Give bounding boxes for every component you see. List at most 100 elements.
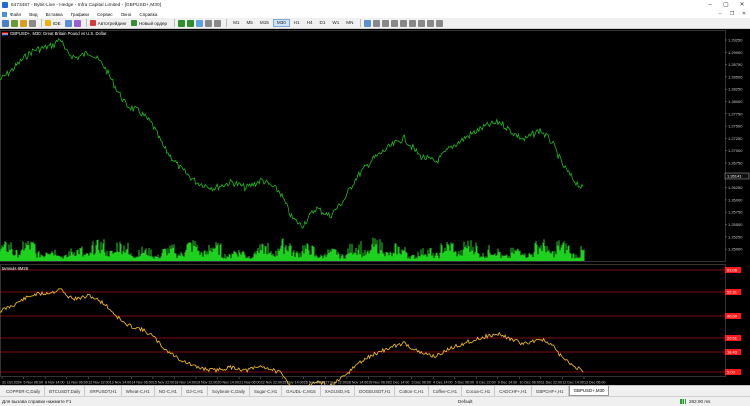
menu-charts[interactable]: Графики — [71, 12, 89, 17]
time-axis-label: 11 Dec 22:00 — [541, 381, 562, 385]
shapes-icon[interactable] — [427, 19, 435, 27]
chart-tab[interactable]: NG-C,H1 — [155, 386, 182, 396]
toolbar-separator — [174, 19, 176, 27]
chart-tab[interactable]: OJ-C,H1 — [182, 386, 209, 396]
chart-tab[interactable]: BTCUSDT,Daily — [45, 386, 86, 396]
market-icon[interactable] — [73, 19, 81, 27]
new-chart-icon[interactable] — [2, 19, 9, 27]
timeframe-mn[interactable]: MN — [343, 19, 356, 27]
app-logo-icon — [2, 2, 8, 8]
time-axis-label: 13 Dec 06:00 — [584, 381, 605, 385]
chart-tab[interactable]: Wheat-C,H1 — [122, 386, 155, 396]
time-axis-label: 28 Nov 14:00 — [347, 381, 368, 385]
channel-icon[interactable] — [400, 19, 408, 27]
status-ping: 282.90 ms — [689, 399, 711, 404]
menu-file[interactable]: Файл — [10, 12, 21, 17]
time-axis-label: 26 Nov 06:00 — [304, 381, 325, 385]
vertical-line-icon[interactable] — [373, 19, 381, 27]
volume-histogram — [0, 237, 585, 261]
ide-button[interactable]: IDE — [45, 20, 61, 26]
time-axis-label: 25 Nov 14:00 — [282, 381, 303, 385]
window-title: 6473487 - Bybit-Live - Hedge - Infra Cap… — [11, 2, 161, 8]
chart-tab[interactable]: DOGEUSDT,H1 — [355, 386, 396, 396]
trendline-icon[interactable] — [391, 19, 399, 27]
menu-insert[interactable]: Вставка — [46, 12, 63, 17]
strategy-tester-icon[interactable] — [64, 19, 72, 27]
chart-tab[interactable]: COPPER-C,Daily — [2, 386, 46, 396]
chart-tab[interactable]: Cotton-C,H1 — [395, 386, 429, 396]
fibonacci-icon[interactable] — [409, 19, 417, 27]
arrows-icon[interactable] — [436, 19, 444, 27]
chart-tab[interactable]: XRPUSDT,H1 — [85, 386, 122, 396]
timeframe-m5[interactable]: M5 — [243, 19, 255, 27]
timeframe-h1[interactable]: H1 — [291, 19, 303, 27]
indicator-level-label: 40.00 — [727, 314, 738, 319]
price-axis-label: 1.26000 — [728, 197, 743, 202]
horizontal-line-icon[interactable] — [382, 19, 390, 27]
toolbar-separator — [226, 19, 228, 27]
price-axis-label: 1.28500 — [728, 74, 743, 79]
close-button[interactable]: ✕ — [734, 0, 750, 10]
time-axis-label: 19 Nov 22:00 — [196, 381, 217, 385]
mdi-restore-button[interactable]: ❐ — [726, 11, 738, 17]
price-axis-label: 1.29250 — [728, 38, 743, 43]
status-bar: Для вызова справки нажмите F1 Default 28… — [0, 396, 750, 406]
menu-view[interactable]: Вид — [29, 12, 37, 17]
timeframe-m15[interactable]: M15 — [257, 19, 272, 27]
timeframe-m30[interactable]: M30 — [272, 19, 290, 27]
minimize-button[interactable]: – — [702, 0, 718, 10]
price-axis-label: 1.26750 — [728, 161, 743, 166]
price-axis-label: 1.28000 — [728, 99, 743, 104]
status-connection[interactable]: 282.90 ms — [680, 399, 710, 404]
title-bar: 6473487 - Bybit-Live - Hedge - Infra Cap… — [0, 0, 750, 10]
chart-window-icon[interactable] — [2, 11, 7, 17]
folder-icon[interactable] — [20, 19, 27, 27]
profiles-icon[interactable] — [11, 19, 18, 27]
mdi-close-button[interactable]: ✕ — [738, 11, 750, 17]
candlestick-icon[interactable] — [187, 19, 195, 27]
timeframe-d1[interactable]: D1 — [317, 19, 329, 27]
chart-tab[interactable]: Sugar-C,H1 — [250, 386, 283, 396]
chart-tab[interactable]: GAUDL-C,M15 — [282, 386, 321, 396]
window-controls: – ▢ ✕ — [702, 0, 750, 10]
price-axis-label: 1.25750 — [728, 210, 743, 215]
algo-trading-icon — [89, 20, 96, 26]
time-axis-label: 5 Nov 06:00 — [24, 381, 43, 385]
chart-tab[interactable]: XAGUSD,H1 — [321, 386, 356, 396]
timeframe-h4[interactable]: H4 — [304, 19, 316, 27]
menu-help[interactable]: Справка — [139, 12, 157, 17]
time-axis-label: 14 Nov 06:00 — [131, 381, 152, 385]
time-axis-label: 15 Nov 22:00 — [153, 381, 174, 385]
chart-tab[interactable]: Soybean-C,Daily — [208, 386, 250, 396]
chart-tab[interactable]: Cocoa-C,H1 — [462, 386, 496, 396]
mdi-minimize-button[interactable]: – — [714, 11, 726, 17]
indicator-level-label: 52.31 — [727, 290, 738, 295]
text-tool-icon[interactable] — [418, 19, 426, 27]
chart-title: GBPUSD+, M30: Great Britain Pound vs U.S… — [10, 31, 107, 36]
price-axis-label: 1.25000 — [728, 247, 743, 252]
time-axis-label: 9 Dec 14:00 — [498, 381, 517, 385]
zoom-out-icon[interactable] — [214, 19, 222, 27]
new-order-button[interactable]: Новый ордер — [130, 20, 167, 26]
chart-tab[interactable]: GBPUSD+,M30 — [568, 386, 610, 396]
timeframe-w1[interactable]: W1 — [329, 19, 342, 27]
time-axis-label: 18 Nov 14:00 — [174, 381, 195, 385]
menu-tools[interactable]: Сервис — [97, 12, 113, 17]
algo-trading-button[interactable]: Автотрейдинг — [89, 20, 127, 26]
price-chart-svg[interactable]: 1.29250 1.29000 1.28750 1.28500 1.28250 1.280… — [0, 30, 750, 385]
gb-flag-icon — [2, 31, 8, 36]
chart-tab[interactable]: GBPCHF+,H1 — [532, 386, 569, 396]
timeframe-m1[interactable]: M1 — [230, 19, 242, 27]
maximize-button[interactable]: ▢ — [718, 0, 734, 10]
menu-bar: Файл Вид Вставка Графики Сервис Окно Спр… — [0, 10, 750, 18]
menu-window[interactable]: Окно — [121, 12, 132, 17]
chart-tab[interactable]: Coffee-C,H1 — [429, 386, 463, 396]
bar-chart-icon[interactable] — [178, 19, 186, 27]
navigator-icon[interactable] — [29, 19, 36, 27]
chart-tab[interactable]: CADCHF+,H1 — [495, 386, 532, 396]
zoom-in-icon[interactable] — [205, 19, 213, 27]
crosshair-icon[interactable] — [364, 19, 372, 27]
time-axis-label: 8 Nov 14:00 — [45, 381, 64, 385]
line-chart-icon[interactable] — [196, 19, 204, 27]
chart-area[interactable]: 1.29250 1.29000 1.28750 1.28500 1.28250 1.280… — [0, 30, 750, 406]
